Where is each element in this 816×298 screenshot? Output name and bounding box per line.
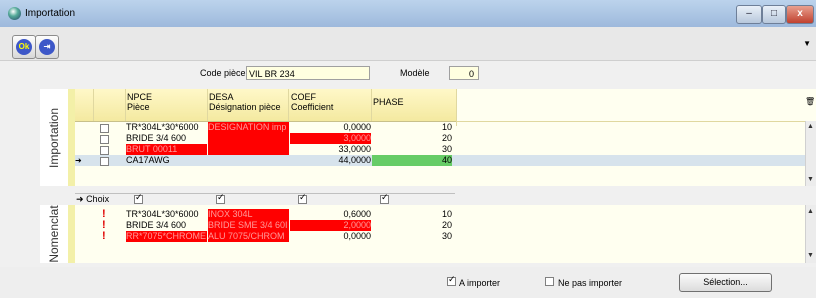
cell-npce[interactable]: RR*7075*CHROME [126,231,207,242]
choix-npce-checkbox[interactable] [134,192,143,204]
a-importer-label: A importer [459,278,501,288]
list-item[interactable]: ! BRIDE 3/4 600 BRIDE SME 3/4 60I 2,0000 20 [75,220,805,231]
header-npce[interactable]: NPCE Pièce [126,89,208,121]
header-indicator [75,89,94,121]
ok-button[interactable]: Ok [12,35,36,59]
a-importer-checkbox[interactable] [447,274,456,286]
ne-pas-importer-label: Ne pas importer [558,278,623,288]
cell-phase[interactable]: 30 [372,144,452,155]
cell-desa[interactable]: ALU 7075/CHROM [208,231,289,242]
app-icon [8,7,21,20]
cell-npce[interactable]: BRIDE 3/4 600 [126,220,207,231]
selection-button[interactable]: Sélection... [679,273,772,292]
scroll-down-icon[interactable]: ▼ [807,176,814,183]
cell-coef[interactable]: 33,0000 [290,144,371,155]
cell-phase[interactable]: 40 [372,155,452,166]
scroll-up-icon[interactable]: ▲ [807,123,814,130]
trash-icon[interactable]: 🗑 [805,97,815,106]
grid-header-empty [456,89,816,122]
table-row[interactable]: BRIDE 3/4 600 3,0000 20 [75,133,805,144]
modele-label: Modèle [400,68,430,78]
ok-icon: Ok [16,39,32,55]
choix-coef-checkbox[interactable] [298,192,307,204]
row-checkbox[interactable] [100,146,109,155]
cell-phase[interactable]: 20 [372,133,452,144]
code-piece-label: Code pièce [200,68,246,78]
cell-desa[interactable]: INOX 304L [208,209,289,220]
cell-phase[interactable]: 10 [372,209,452,220]
cell-coef[interactable]: 44,0000 [290,155,371,166]
ne-pas-importer-checkbox[interactable] [545,277,554,286]
cell-desa[interactable]: DESIGNATION imp [208,122,289,133]
cell-desa[interactable] [208,133,289,144]
exit-button[interactable]: ⇥ [35,35,59,59]
warning-icon: ! [102,230,106,242]
cell-phase[interactable]: 30 [372,231,452,242]
exit-icon: ⇥ [39,39,55,55]
toolbar: Ok ⇥ [0,27,816,61]
importation-window: Importation – □ x Ok ⇥ ▼ Code pièce VIL … [0,0,816,298]
tab-nomenclat[interactable]: Nomenclat [40,205,69,263]
arrow-right-icon: ➜ [76,194,84,204]
header-checkbox [93,89,126,121]
cell-npce[interactable]: CA17AWG [126,155,207,166]
cell-desa[interactable] [208,155,289,166]
table-row[interactable]: BRUT 00011 33,0000 30 [75,144,805,155]
header-phase[interactable]: PHASE [372,89,457,126]
close-button[interactable]: x [786,5,814,24]
list-item[interactable]: ! TR*304L*30*6000 INOX 304L 0,6000 10 [75,209,805,220]
modele-field[interactable]: 0 [449,66,479,80]
header-desa[interactable]: DESA Désignation pièce [208,89,289,121]
cell-npce[interactable]: TR*304L*30*6000 [126,209,207,220]
row-checkbox[interactable] [100,135,109,144]
nomen-scroll-up-icon[interactable]: ▲ [807,208,814,215]
header-coef[interactable]: COEF Coefficient [290,89,372,121]
row-selector-strip [68,89,75,186]
cell-phase[interactable]: 10 [372,122,452,133]
cell-desa[interactable] [208,144,289,155]
code-piece-field[interactable]: VIL BR 234 [246,66,370,80]
choix-desa-checkbox[interactable] [216,192,225,204]
window-title: Importation [25,8,76,19]
nomen-scroll-down-icon[interactable]: ▼ [807,252,814,259]
cell-coef[interactable]: 0,0000 [290,231,371,242]
cell-coef[interactable]: 3,0000 [290,133,371,144]
list-item[interactable]: ! RR*7075*CHROME ALU 7075/CHROM 0,0000 30 [75,231,805,242]
cell-npce[interactable]: BRIDE 3/4 600 [126,133,207,144]
table-row[interactable]: TR*304L*30*6000 DESIGNATION imp 0,0000 10 [75,122,805,133]
row-checkbox[interactable] [100,157,109,166]
cell-phase[interactable]: 20 [372,220,452,231]
row-checkbox[interactable] [100,124,109,133]
title-bar: Importation – □ x [0,0,816,27]
minimize-button[interactable]: – [736,5,762,24]
table-row[interactable]: ➜ CA17AWG 44,0000 40 [75,155,805,166]
cell-npce[interactable]: BRUT 00011 [126,144,207,155]
cell-coef[interactable]: 0,6000 [290,209,371,220]
choix-phase-checkbox[interactable] [380,192,389,204]
maximize-button[interactable]: □ [762,5,786,24]
tab-importation[interactable]: Importation [40,89,69,186]
cell-desa[interactable]: BRIDE SME 3/4 60I [208,220,289,231]
chevron-down-icon[interactable]: ▼ [803,39,811,48]
cell-coef[interactable]: 2,0000 [290,220,371,231]
cell-npce[interactable]: TR*304L*30*6000 [126,122,207,133]
nomen-selector-strip [68,205,75,263]
choix-label: ➜ Choix [76,194,110,204]
cell-coef[interactable]: 0,0000 [290,122,371,133]
current-row-icon: ➜ [75,156,82,165]
